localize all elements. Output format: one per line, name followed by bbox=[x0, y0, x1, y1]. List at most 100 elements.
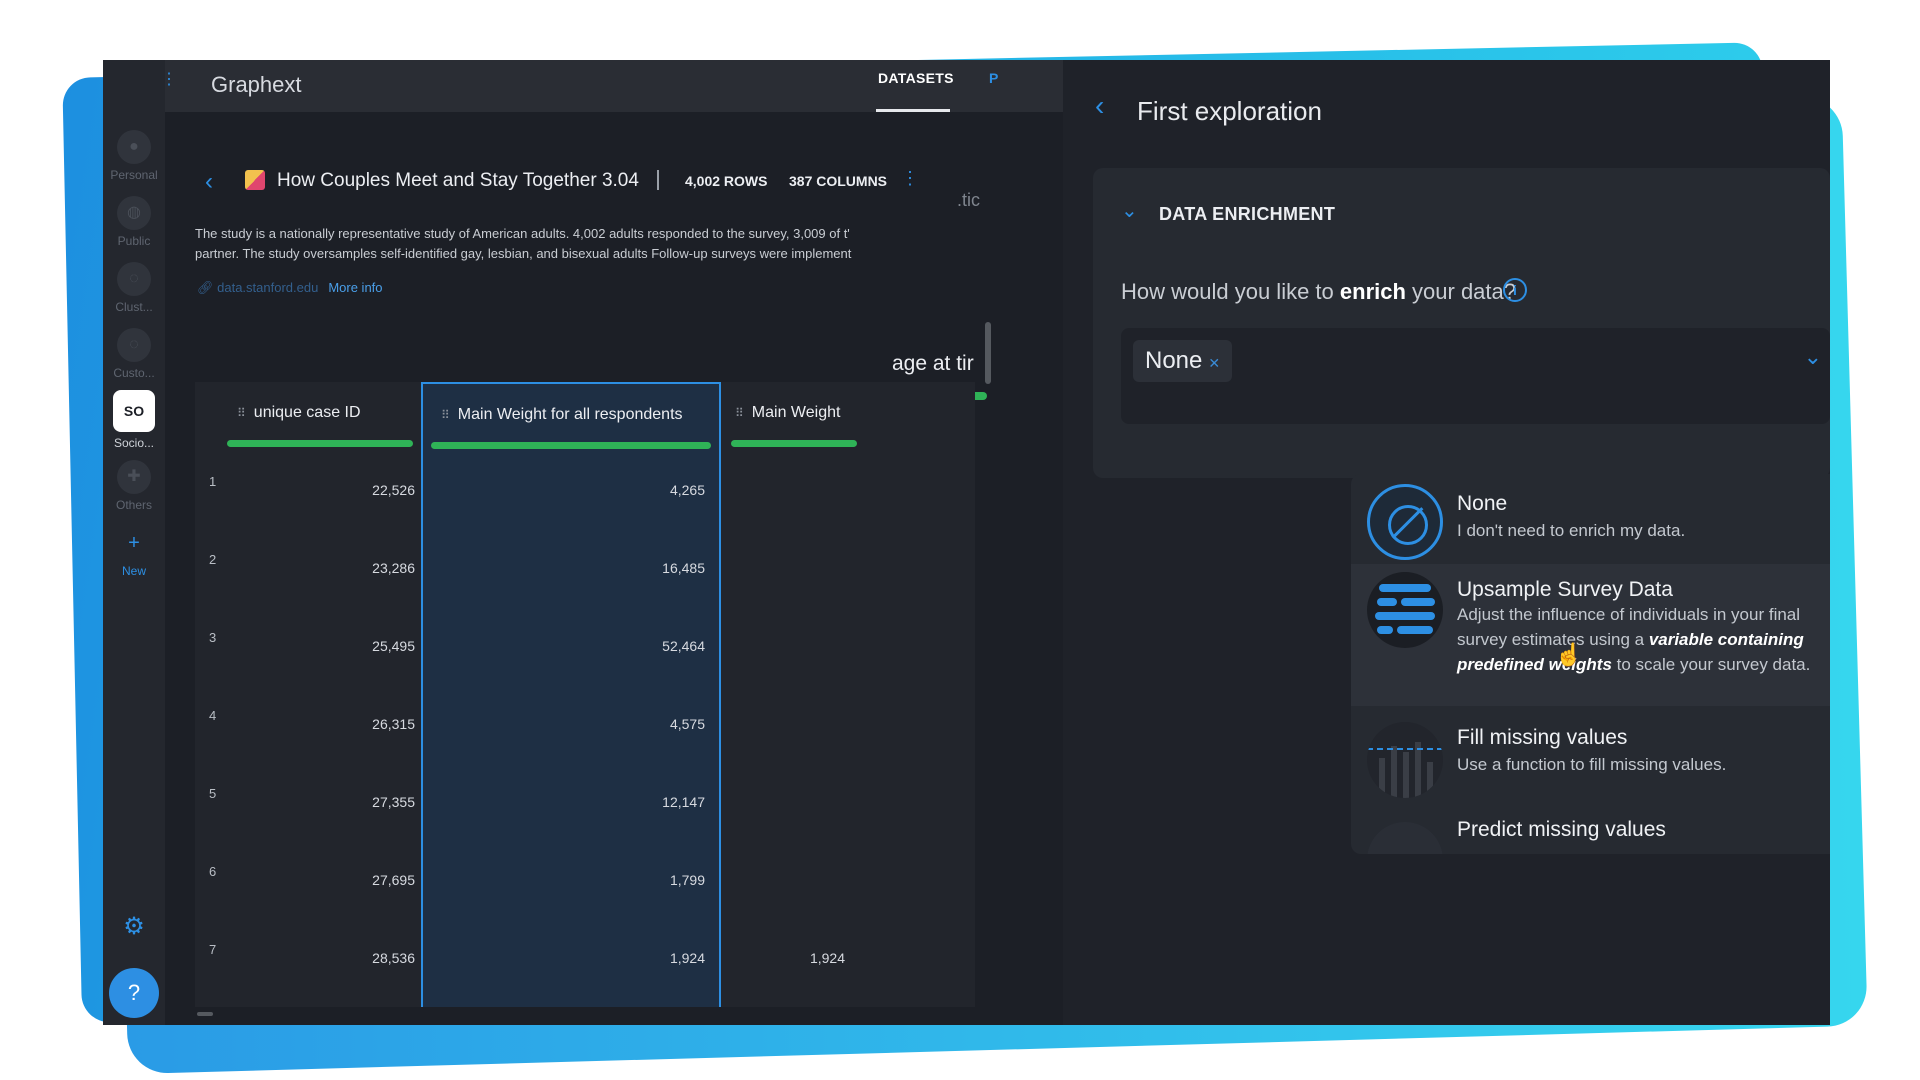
rail-item-socio[interactable]: SO Socio... bbox=[103, 390, 165, 450]
globe-icon: ◍ bbox=[117, 196, 151, 230]
partial-column-header: age at tir bbox=[892, 352, 974, 375]
rail-item-others[interactable]: ✚ Others bbox=[103, 460, 165, 512]
data-table: ⠿ unique case ID ⠿ Main Weight for all res… bbox=[195, 382, 975, 1007]
dataset-menu-icon[interactable]: ⋮ bbox=[901, 168, 919, 189]
row-number: 7 bbox=[209, 942, 217, 957]
column-distribution-bar bbox=[227, 440, 413, 447]
help-button[interactable]: ? bbox=[109, 968, 159, 1018]
table-cell[interactable]: 26,315 bbox=[345, 716, 415, 732]
option-fill-missing[interactable]: Fill missing values Use a function to fi… bbox=[1351, 712, 1830, 804]
partial-tab-label: .tic bbox=[957, 190, 981, 210]
row-number: 1 bbox=[209, 474, 217, 489]
table-cell[interactable]: 4,575 bbox=[615, 716, 705, 732]
column-count: 387 COLUMNS bbox=[789, 173, 888, 189]
table-cell[interactable]: 12,147 bbox=[615, 794, 705, 810]
column-header[interactable]: ⠿ Main Weight for all respondents bbox=[423, 406, 719, 424]
column-distribution-bar bbox=[731, 440, 857, 447]
row-number: 2 bbox=[209, 552, 217, 567]
source-link[interactable]: data.stanford.edu bbox=[217, 280, 318, 295]
fill-missing-icon bbox=[1367, 722, 1443, 798]
link-icon: 🔗︎ bbox=[197, 280, 218, 295]
app-window: ⋮ Graphext DATASETS P ● Personal ◍ Publi… bbox=[103, 60, 1830, 1025]
table-cell[interactable]: 27,355 bbox=[345, 794, 415, 810]
rail-item-cluster[interactable]: ◌ Clust... bbox=[103, 262, 165, 314]
option-upsample-survey[interactable]: Upsample Survey Data Adjust the influenc… bbox=[1351, 564, 1830, 706]
more-info-link[interactable]: More info bbox=[328, 280, 382, 295]
rail-item-public[interactable]: ◍ Public bbox=[103, 196, 165, 248]
horizontal-scrollbar[interactable] bbox=[197, 1012, 213, 1016]
option-title: Upsample Survey Data bbox=[1457, 578, 1673, 601]
option-none[interactable]: None I don't need to enrich my data. bbox=[1351, 474, 1830, 560]
rail-item-new[interactable]: + New bbox=[103, 526, 165, 578]
cluster-icon: ◌ bbox=[117, 262, 151, 296]
option-title: None bbox=[1457, 492, 1508, 515]
tab-datasets[interactable]: DATASETS bbox=[878, 70, 954, 86]
table-cell[interactable]: 16,485 bbox=[615, 560, 705, 576]
custom-icon: ◌ bbox=[117, 328, 151, 362]
data-enrichment-card: ⌄ DATA ENRICHMENT How would you like to … bbox=[1093, 168, 1830, 478]
enrichment-select[interactable]: None ✕ ⌄ bbox=[1121, 328, 1830, 424]
column-header[interactable]: ⠿ Main Weight bbox=[727, 404, 877, 422]
upsample-icon bbox=[1367, 572, 1443, 648]
column-main-weight-all[interactable]: ⠿ Main Weight for all respondents bbox=[421, 382, 721, 1007]
top-bar: ⋮ Graphext DATASETS P bbox=[103, 60, 1063, 112]
info-icon[interactable]: i bbox=[1503, 278, 1527, 302]
option-predict-missing[interactable]: Predict missing values bbox=[1351, 804, 1830, 854]
predict-missing-icon bbox=[1367, 822, 1443, 854]
exploration-panel: ‹ First exploration ⌄ DATA ENRICHMENT Ho… bbox=[1063, 60, 1830, 1025]
rail-item-label: Public bbox=[117, 234, 151, 248]
tab-projects[interactable]: P bbox=[989, 70, 998, 86]
settings-gear-icon[interactable]: ⚙ bbox=[117, 910, 151, 944]
option-description: Use a function to fill missing values. bbox=[1457, 755, 1727, 774]
enrich-question: How would you like to enrich your data? bbox=[1121, 279, 1516, 304]
table-cell[interactable]: 52,464 bbox=[615, 638, 705, 654]
row-number: 5 bbox=[209, 786, 217, 801]
description-line: partner. The study oversamples self-iden… bbox=[195, 246, 852, 261]
app-title: Graphext bbox=[211, 72, 302, 97]
back-chevron-icon[interactable]: ‹ bbox=[1095, 90, 1104, 122]
rail-item-label: Socio... bbox=[113, 436, 155, 450]
row-number: 6 bbox=[209, 864, 217, 879]
table-cell[interactable]: 23,286 bbox=[345, 560, 415, 576]
rail-item-label: Clust... bbox=[115, 300, 153, 314]
dataset-description: The study is a nationally representative… bbox=[195, 224, 925, 264]
vertical-scrollbar[interactable] bbox=[985, 322, 991, 384]
enrichment-options-dropdown: None I don't need to enrich my data. Ups… bbox=[1351, 474, 1830, 854]
dataset-title: How Couples Meet and Stay Together 3.04 bbox=[277, 170, 639, 191]
source-link-row: 🔗︎ data.stanford.edu More info bbox=[197, 280, 383, 296]
description-line: The study is a nationally representative… bbox=[195, 226, 850, 241]
row-number: 4 bbox=[209, 708, 217, 723]
numeric-type-icon: ⠿ bbox=[735, 406, 744, 420]
rail-item-custom[interactable]: ◌ Custo... bbox=[103, 328, 165, 380]
table-cell[interactable]: 27,695 bbox=[345, 872, 415, 888]
table-cell[interactable]: 1,799 bbox=[615, 872, 705, 888]
table-cell[interactable]: 1,924 bbox=[615, 950, 705, 966]
hand-cursor-icon: ☝ bbox=[1555, 642, 1583, 667]
left-rail: ● Personal ◍ Public ◌ Clust... ◌ Custo..… bbox=[103, 60, 165, 1025]
back-chevron-icon[interactable]: ‹ bbox=[205, 168, 213, 196]
column-header[interactable]: ⠿ unique case ID bbox=[225, 404, 415, 422]
row-number: 3 bbox=[209, 630, 217, 645]
selected-chip[interactable]: None ✕ bbox=[1133, 340, 1233, 382]
table-cell[interactable]: 28,536 bbox=[345, 950, 415, 966]
section-title[interactable]: DATA ENRICHMENT bbox=[1159, 204, 1335, 225]
title-separator bbox=[657, 170, 659, 190]
option-title: Fill missing values bbox=[1457, 726, 1628, 749]
table-cell[interactable]: 4,265 bbox=[615, 482, 705, 498]
column-main-weight[interactable]: ⠿ Main Weight bbox=[727, 382, 877, 1007]
rail-item-label: Others bbox=[115, 498, 152, 512]
chevron-down-icon[interactable]: ⌄ bbox=[1121, 198, 1138, 223]
option-title: Predict missing values bbox=[1457, 818, 1666, 841]
screenshot-stage: ⋮ Graphext DATASETS P ● Personal ◍ Publi… bbox=[0, 0, 1920, 1080]
rail-item-personal[interactable]: ● Personal bbox=[103, 130, 165, 182]
none-icon bbox=[1367, 484, 1443, 560]
table-cell[interactable]: 1,924 bbox=[775, 950, 845, 966]
remove-icon[interactable]: ✕ bbox=[1208, 355, 1220, 371]
table-cell[interactable]: 22,526 bbox=[345, 482, 415, 498]
table-cell[interactable]: 25,495 bbox=[345, 638, 415, 654]
column-unique-case-id[interactable]: ⠿ unique case ID bbox=[225, 382, 415, 1007]
dataset-panel: ‹ How Couples Meet and Stay Together 3.0… bbox=[165, 112, 1063, 1025]
chevron-down-icon[interactable]: ⌄ bbox=[1804, 344, 1822, 370]
row-count: 4,002 ROWS bbox=[685, 173, 768, 189]
option-description: I don't need to enrich my data. bbox=[1457, 521, 1686, 540]
